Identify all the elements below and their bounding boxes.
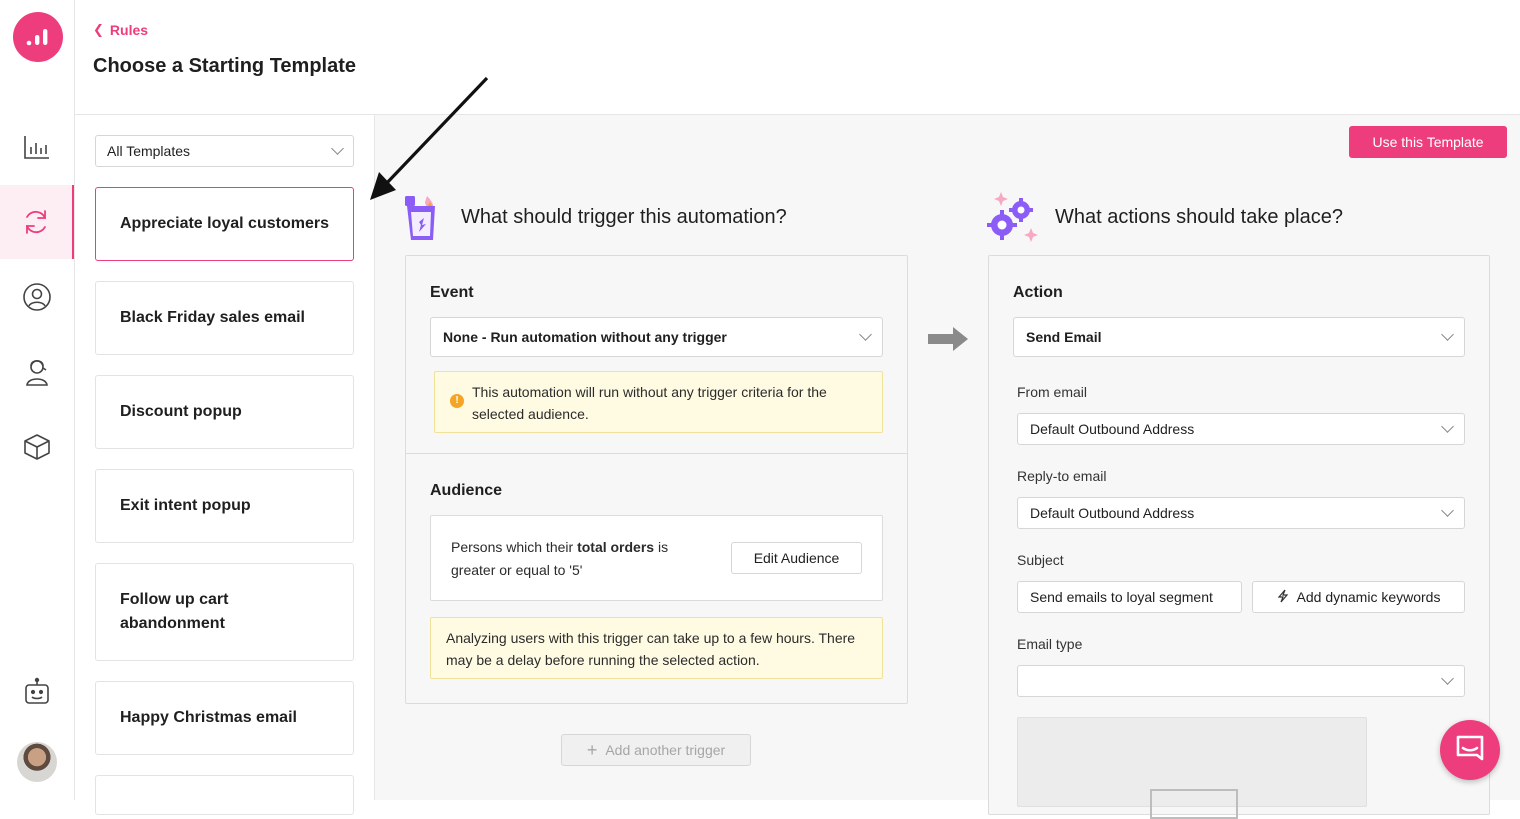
box-icon[interactable] bbox=[0, 410, 74, 484]
event-select[interactable]: None - Run automation without any trigge… bbox=[430, 317, 883, 357]
email-preview-placeholder bbox=[1150, 789, 1238, 819]
from-email-label: From email bbox=[1017, 384, 1088, 400]
template-card[interactable]: Follow up cart abandonment bbox=[95, 563, 354, 661]
template-card-label: Appreciate loyal customers bbox=[120, 215, 329, 232]
chevron-down-icon bbox=[1441, 328, 1454, 341]
agent-icon[interactable] bbox=[0, 335, 74, 409]
audience-criteria: Persons which their total orders is grea… bbox=[451, 536, 711, 582]
chat-button[interactable] bbox=[1440, 720, 1500, 780]
user-circle-icon[interactable] bbox=[0, 260, 74, 334]
email-preview bbox=[1017, 717, 1367, 819]
add-dynamic-keywords-label: Add dynamic keywords bbox=[1296, 589, 1441, 605]
arrow-right-icon bbox=[927, 326, 969, 357]
subject-label: Subject bbox=[1017, 552, 1064, 568]
subject-value: Send emails to loyal segment bbox=[1030, 589, 1213, 605]
chevron-down-icon bbox=[1441, 420, 1454, 433]
avatar[interactable] bbox=[17, 742, 57, 782]
from-email-select[interactable]: Default Outbound Address bbox=[1017, 413, 1465, 445]
audience-label: Audience bbox=[430, 482, 503, 499]
template-card[interactable]: Black Friday sales email bbox=[95, 281, 354, 355]
template-filter-value: All Templates bbox=[107, 143, 191, 159]
lightning-icon bbox=[1277, 589, 1289, 606]
reply-to-select[interactable]: Default Outbound Address bbox=[1017, 497, 1465, 529]
chevron-down-icon bbox=[331, 142, 344, 155]
event-select-value: None - Run automation without any trigge… bbox=[443, 329, 727, 345]
template-card-label: Happy Christmas email bbox=[120, 709, 297, 726]
email-type-label: Email type bbox=[1017, 636, 1083, 652]
subject-input[interactable]: Send emails to loyal segment bbox=[1017, 581, 1242, 613]
back-link[interactable]: ❮ Rules bbox=[93, 22, 148, 38]
template-filter-select[interactable]: All Templates bbox=[95, 135, 354, 167]
actions-section-title: What actions should take place? bbox=[1055, 206, 1343, 228]
back-link-label: Rules bbox=[109, 22, 149, 38]
template-card[interactable]: Discount popup bbox=[95, 375, 354, 449]
template-card[interactable] bbox=[95, 775, 354, 815]
template-card-label: Discount popup bbox=[120, 403, 242, 420]
audience-criteria-field: total orders bbox=[577, 539, 655, 555]
email-type-select[interactable] bbox=[1017, 665, 1465, 697]
page-title: Choose a Starting Template bbox=[93, 55, 357, 77]
template-card[interactable]: Appreciate loyal customers bbox=[95, 187, 354, 261]
template-card-label: Exit intent popup bbox=[120, 497, 251, 514]
add-trigger-button[interactable]: + Add another trigger bbox=[561, 734, 751, 766]
warning-icon: ! bbox=[450, 394, 464, 408]
reply-to-value: Default Outbound Address bbox=[1030, 505, 1195, 521]
template-card-label: Black Friday sales email bbox=[120, 309, 305, 326]
action-select-value: Send Email bbox=[1026, 329, 1102, 345]
chevron-down-icon bbox=[1441, 672, 1454, 685]
chat-icon bbox=[1455, 734, 1485, 767]
event-label: Event bbox=[430, 284, 474, 301]
audience-note: Analyzing users with this trigger can ta… bbox=[430, 617, 883, 679]
trigger-section-title: What should trigger this automation? bbox=[461, 206, 787, 228]
bot-icon[interactable] bbox=[0, 656, 74, 730]
action-label: Action bbox=[1013, 284, 1063, 301]
plus-icon: + bbox=[586, 740, 598, 760]
automation-cycle-icon[interactable] bbox=[0, 185, 74, 259]
chevron-left-icon: ❮ bbox=[93, 22, 104, 37]
bar-chart-icon[interactable] bbox=[0, 110, 74, 184]
chevron-down-icon bbox=[859, 328, 872, 341]
action-select[interactable]: Send Email bbox=[1013, 317, 1465, 357]
divider bbox=[406, 453, 907, 454]
event-note: ! This automation will run without any t… bbox=[434, 371, 883, 433]
add-trigger-label: Add another trigger bbox=[605, 742, 726, 758]
template-card-label: Follow up cart abandonment bbox=[120, 591, 229, 632]
from-email-value: Default Outbound Address bbox=[1030, 421, 1195, 437]
analytics-logo-icon[interactable] bbox=[13, 12, 63, 62]
gears-icon bbox=[985, 190, 1043, 253]
reply-to-label: Reply-to email bbox=[1017, 468, 1107, 484]
template-card[interactable]: Happy Christmas email bbox=[95, 681, 354, 755]
annotation-arrow bbox=[370, 76, 495, 211]
chevron-down-icon bbox=[1441, 504, 1454, 517]
edit-audience-button[interactable]: Edit Audience bbox=[731, 542, 862, 574]
audience-criteria-text: Persons which their bbox=[451, 539, 578, 555]
template-card[interactable]: Exit intent popup bbox=[95, 469, 354, 543]
use-template-button[interactable]: Use this Template bbox=[1349, 126, 1507, 158]
add-dynamic-keywords-button[interactable]: Add dynamic keywords bbox=[1252, 581, 1465, 613]
audience-card: Persons which their total orders is grea… bbox=[430, 515, 883, 601]
event-note-text: This automation will run without any tri… bbox=[472, 384, 827, 422]
